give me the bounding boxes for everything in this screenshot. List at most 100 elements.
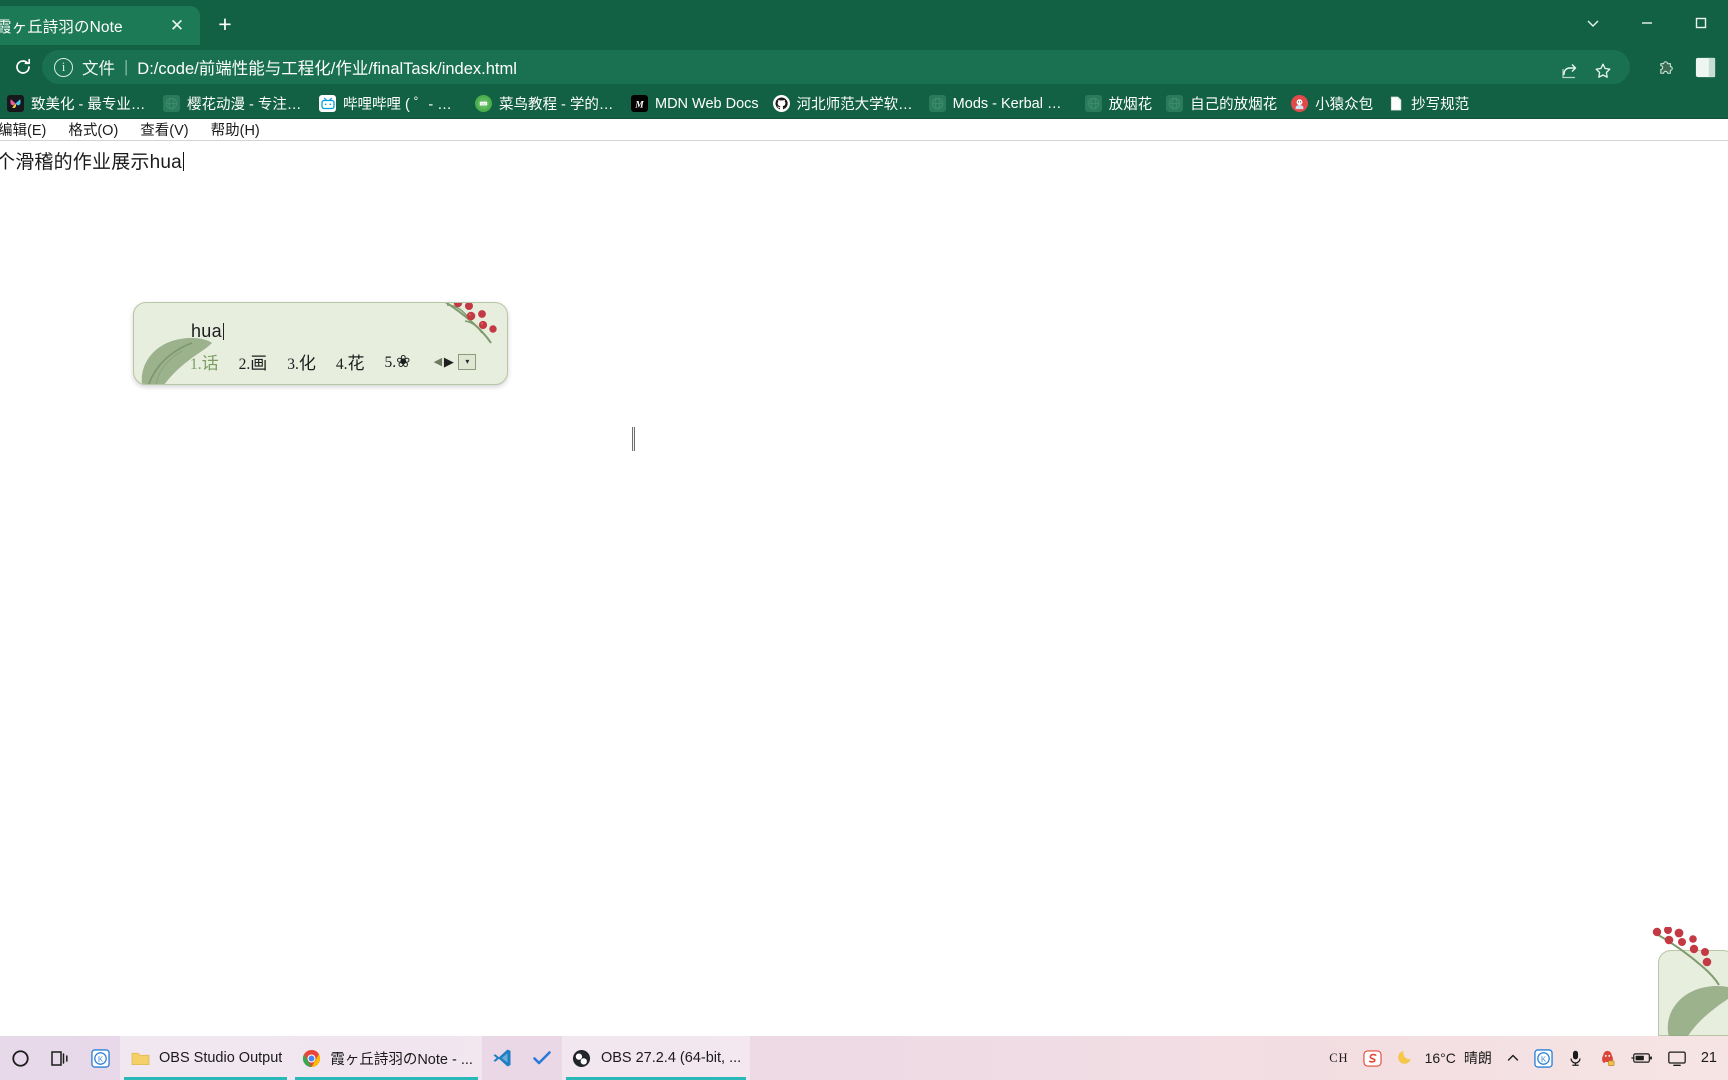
weather-description: 晴朗: [1463, 1050, 1492, 1066]
bookmark-item[interactable]: 抄写规范: [1382, 91, 1476, 117]
ime-language-indicator[interactable]: CH: [1322, 1036, 1355, 1080]
taskbar-item-obs[interactable]: OBS 27.2.4 (64-bit, ...: [561, 1036, 751, 1080]
ime-candidate-text: 花: [347, 354, 365, 373]
bookmark-label: 自己的放烟花: [1190, 97, 1278, 113]
bookmark-item[interactable]: 致美化 - 最专业的...: [2, 91, 156, 117]
taskbar-item-vscode[interactable]: [482, 1036, 522, 1080]
svg-text:K: K: [1541, 1054, 1547, 1063]
system-tray: CH 16°C 晴朗 K 21: [1322, 1036, 1728, 1080]
new-tab-button[interactable]: +: [208, 9, 242, 41]
ime-candidate-window[interactable]: hua 1.话 2.画 3.化 4.花 5.❀ ◀ ▶ ▾: [133, 302, 508, 385]
ime-candidate[interactable]: 1.话: [190, 349, 219, 374]
address-bar[interactable]: i 文件 | D:/code/前端性能与工程化/作业/finalTask/ind…: [42, 50, 1630, 84]
sogou-icon[interactable]: [1356, 1036, 1389, 1080]
ime-caret: [222, 323, 225, 340]
omnibox-actions: [1552, 54, 1620, 88]
next-page-icon[interactable]: ▶: [443, 353, 454, 371]
taskbar-item-label: 霞ヶ丘詩羽のNote - ...: [330, 1051, 473, 1068]
note-editor[interactable]: 个滑稽的作业展示hua: [0, 141, 1728, 174]
tray-overflow-icon[interactable]: [1499, 1036, 1527, 1080]
ime-candidate[interactable]: 4.花: [336, 349, 365, 374]
menu-item-view[interactable]: 查看(V): [129, 119, 199, 140]
qq-icon[interactable]: [1591, 1036, 1624, 1080]
weather-widget[interactable]: 16°C 晴朗: [1390, 1036, 1499, 1080]
bookmark-label: 河北师范大学软件...: [796, 97, 915, 113]
folder-icon: [129, 1047, 151, 1069]
bookmark-item[interactable]: 樱花动漫 - 专注动...: [158, 91, 312, 117]
menu-item-help[interactable]: 帮助(H): [200, 119, 271, 140]
share-icon[interactable]: [1552, 54, 1586, 88]
tab-title: 霞ヶ丘詩羽のNote: [0, 18, 123, 36]
star-icon[interactable]: [1586, 54, 1620, 88]
prev-page-icon[interactable]: ◀: [432, 353, 443, 371]
windows-taskbar: K OBS Studio Output 霞ヶ丘詩羽のNote - ... OBS…: [0, 1036, 1728, 1080]
taskbar-item-chrome-note[interactable]: 霞ヶ丘詩羽のNote - ...: [291, 1036, 482, 1080]
weather-temperature: 16°C: [1424, 1050, 1456, 1066]
moon-icon: [1397, 1047, 1416, 1069]
browser-toolbar: i 文件 | D:/code/前端性能与工程化/作业/finalTask/ind…: [0, 45, 1728, 89]
doc-icon: [1387, 95, 1404, 112]
chrome-icon: [300, 1047, 322, 1069]
browser-window: 霞ヶ丘詩羽のNote ✕ + i 文件 | D:/code/前端性能与工程化/作…: [0, 0, 1728, 1036]
ime-candidate-number: 1.: [190, 356, 202, 373]
bookmark-item[interactable]: 哔哩哔哩 ( ゜- ゜)つ...: [314, 91, 468, 117]
bookmark-label: 樱花动漫 - 专注动...: [187, 97, 305, 113]
start-icon: [9, 1047, 31, 1069]
ime-candidate-number: 2.: [238, 356, 251, 373]
kingsoft-icon[interactable]: K: [1527, 1036, 1560, 1080]
puzzle-icon[interactable]: [1648, 50, 1686, 84]
bookmark-label: Mods - Kerbal Sp...: [952, 95, 1071, 112]
globe-icon: [163, 95, 180, 112]
taskbar-item-obs-studio-output[interactable]: OBS Studio Output: [120, 1036, 292, 1080]
bookmark-label: 哔哩哔哩 ( ゜- ゜)つ...: [343, 97, 461, 113]
bookmark-item[interactable]: 河北师范大学软件...: [768, 91, 922, 117]
svg-text:K: K: [97, 1054, 103, 1063]
start-button[interactable]: [0, 1036, 40, 1080]
bookmark-item[interactable]: </> 菜鸟教程 - 学的不...: [470, 91, 624, 117]
toolbar-right: [1648, 50, 1724, 84]
ime-more-icon[interactable]: ▾: [458, 353, 477, 370]
bookmark-item[interactable]: Mods - Kerbal Sp...: [924, 91, 1078, 117]
reload-icon[interactable]: [6, 50, 40, 84]
ime-candidate-list: 1.话 2.画 3.化 4.花 5.❀ ◀ ▶ ▾: [190, 349, 499, 374]
display-icon[interactable]: [1660, 1036, 1694, 1080]
maximize-icon[interactable]: [1674, 0, 1728, 45]
kingsoft-icon: K: [89, 1047, 111, 1069]
ime-composition-text: hua: [191, 321, 225, 342]
ime-candidate-number: 5.: [384, 353, 397, 371]
taskbar-pinned-kingsoft[interactable]: K: [80, 1036, 120, 1080]
bookmark-item[interactable]: 小猿众包: [1286, 91, 1380, 117]
leaf-decoration-icon: [1667, 985, 1728, 1036]
bookmark-item[interactable]: 自己的放烟花: [1161, 91, 1284, 117]
browser-tab-active[interactable]: 霞ヶ丘詩羽のNote ✕: [0, 6, 200, 45]
clock[interactable]: 21: [1694, 1036, 1724, 1080]
chevron-down-icon[interactable]: [1566, 0, 1620, 45]
battery-icon[interactable]: [1624, 1036, 1660, 1080]
bookmark-item[interactable]: 放烟花: [1080, 91, 1160, 117]
bookmark-label: 放烟花: [1108, 97, 1153, 113]
taskbar-item-label: OBS Studio Output: [159, 1050, 283, 1066]
url-divider: |: [124, 57, 129, 76]
site-info-icon[interactable]: i: [54, 57, 73, 77]
ime-composition-value: hua: [191, 321, 222, 341]
globe-icon: [1166, 95, 1184, 112]
microphone-icon[interactable]: [1560, 1036, 1591, 1080]
ime-candidate[interactable]: 3.化: [287, 349, 316, 374]
menu-item-edit[interactable]: 编辑(E): [0, 119, 57, 140]
menu-item-format[interactable]: 格式(O): [57, 119, 129, 140]
ime-candidate[interactable]: 5.❀: [385, 352, 411, 372]
bookmark-item[interactable]: M MDN Web Docs: [626, 91, 766, 117]
svg-text:M: M: [634, 100, 644, 110]
github-icon: [772, 95, 790, 112]
taskbar-item-todo[interactable]: [522, 1036, 562, 1080]
close-icon[interactable]: ✕: [166, 15, 188, 37]
bookmark-label: 小猿众包: [1315, 97, 1374, 113]
globe-icon: [1084, 95, 1102, 112]
globe-icon: [928, 95, 946, 112]
svg-text:</>: </>: [481, 102, 486, 106]
ime-candidate[interactable]: 2.画: [239, 349, 268, 374]
minimize-icon[interactable]: [1620, 0, 1674, 45]
ime-candidate-text: 化: [298, 354, 316, 373]
task-view-button[interactable]: [40, 1036, 80, 1080]
profile-icon[interactable]: [1686, 50, 1724, 84]
